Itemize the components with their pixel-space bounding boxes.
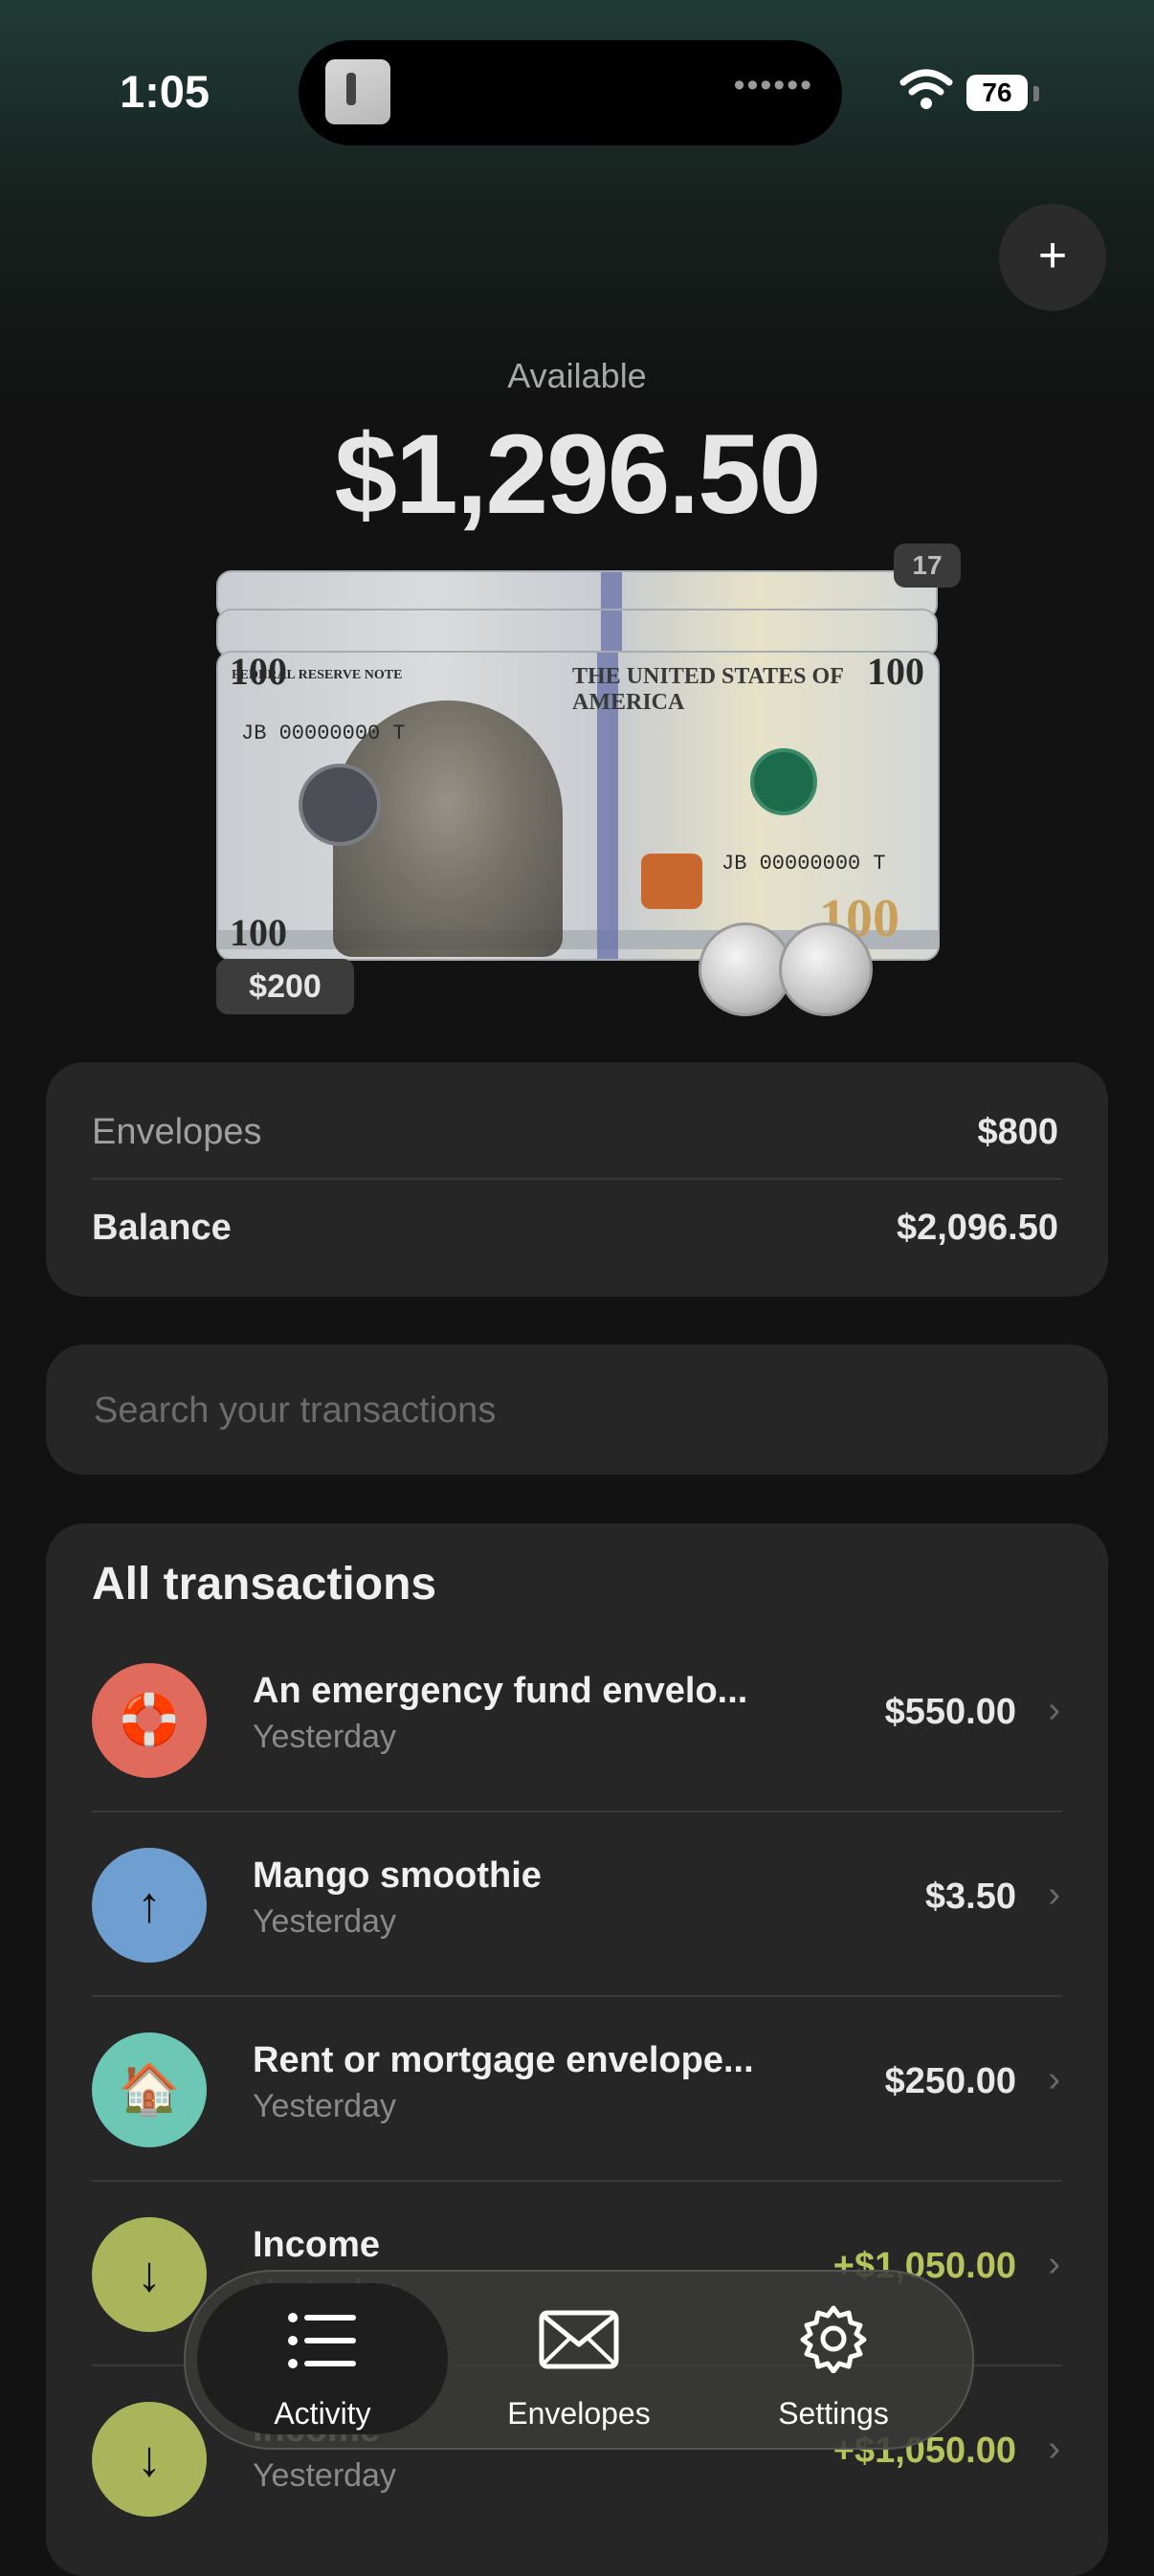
transaction-date: Yesterday [253,2088,396,2124]
balance-row[interactable]: Balance $2,096.50 [92,1200,1058,1257]
transaction-name: Mango smoothie [253,1855,542,1896]
add-button[interactable]: + [999,204,1106,311]
envelopes-value: $800 [977,1112,1058,1152]
balance-value: $2,096.50 [896,1208,1058,1248]
chevron-right-icon: › [1048,2059,1060,2099]
transaction-name: Rent or mortgage envelope... [253,2040,754,2080]
row-divider [92,2180,1062,2182]
search-input[interactable] [92,1383,1053,1438]
tab-envelopes[interactable]: Envelopes [454,2283,704,2434]
balance-label: Balance [92,1208,232,1248]
chevron-right-icon: › [1048,1690,1060,1730]
envelope-icon [539,2310,619,2369]
bill-bell [641,854,702,909]
search-bar[interactable] [46,1344,1108,1475]
chevron-right-icon: › [1048,1875,1060,1915]
audio-waveform-icon: •••••• [733,67,813,103]
quarter-coin [779,922,873,1016]
summary-divider [92,1178,1062,1180]
available-label: Available [507,356,647,395]
battery-icon: 76 [966,75,1028,111]
summary-card: Envelopes $800 Balance $2,096.50 [46,1062,1108,1297]
bill-seal-left [299,764,381,846]
house-icon: 🏠 [92,2032,207,2147]
transaction-name: Income [253,2225,381,2265]
arrow-up-icon: ↑ [92,1848,207,1963]
list-icon [288,2313,356,2368]
wifi-icon [899,69,953,109]
bill-seal-right [750,748,817,815]
hundred-dollar-bill: FEDERAL RESERVE NOTE THE UNITED STATES O… [216,651,940,961]
cash-denomination-label: $200 [216,959,354,1014]
chevron-right-icon: › [1048,2429,1060,2469]
transaction-date: Yesterday [253,1903,396,1940]
transaction-amount: $250.00 [884,2061,1016,2101]
status-time: 1:05 [120,66,211,117]
tab-bar: Activity Envelopes Settings [184,2270,974,2450]
transaction-amount: $3.50 [924,1876,1016,1917]
arrow-down-icon: ↓ [92,2217,207,2332]
row-divider [92,1995,1062,1997]
transaction-row[interactable]: 🏠 Rent or mortgage envelope... Yesterday $2… [46,1998,1108,2182]
chevron-right-icon: › [1048,2244,1060,2284]
transactions-title: All transactions [92,1559,437,1610]
tab-settings[interactable]: Settings [708,2283,959,2434]
transaction-date: Yesterday [253,1719,396,1755]
bill-corner-value: 100 [230,651,287,693]
transaction-row[interactable]: ↑ Mango smoothie Yesterday $3.50 › [46,1813,1108,1997]
bill-corner-value: 100 [230,911,287,954]
now-playing-thumbnail [325,59,390,124]
bill-serial: JB 00000000 T [241,722,406,745]
bill-corner-value: 100 [867,651,924,693]
gear-icon [800,2305,867,2373]
transaction-date: Yesterday [253,2457,396,2494]
arrow-down-icon: ↓ [92,2402,207,2517]
tab-envelopes-label: Envelopes [507,2396,651,2431]
transaction-row[interactable]: 🛟 An emergency fund envelo... Yesterday $55… [46,1629,1108,1812]
envelopes-row[interactable]: Envelopes $800 [92,1104,1058,1162]
lifebuoy-icon: 🛟 [92,1663,207,1778]
transaction-amount: $550.00 [884,1692,1016,1732]
tab-activity-label: Activity [274,2396,371,2431]
cash-count-badge: 17 [894,544,961,588]
envelopes-label: Envelopes [92,1112,262,1152]
available-amount: $1,296.50 [334,411,822,538]
tab-settings-label: Settings [778,2396,889,2431]
row-divider [92,1810,1062,1812]
transaction-name: An emergency fund envelo... [253,1671,748,1711]
cash-stack[interactable]: FEDERAL RESERVE NOTE THE UNITED STATES O… [212,570,940,1016]
battery-cap [1033,86,1039,101]
dynamic-island[interactable]: •••••• [299,40,842,145]
tab-activity[interactable]: Activity [197,2283,448,2434]
bill-serial: JB 00000000 T [721,852,886,876]
